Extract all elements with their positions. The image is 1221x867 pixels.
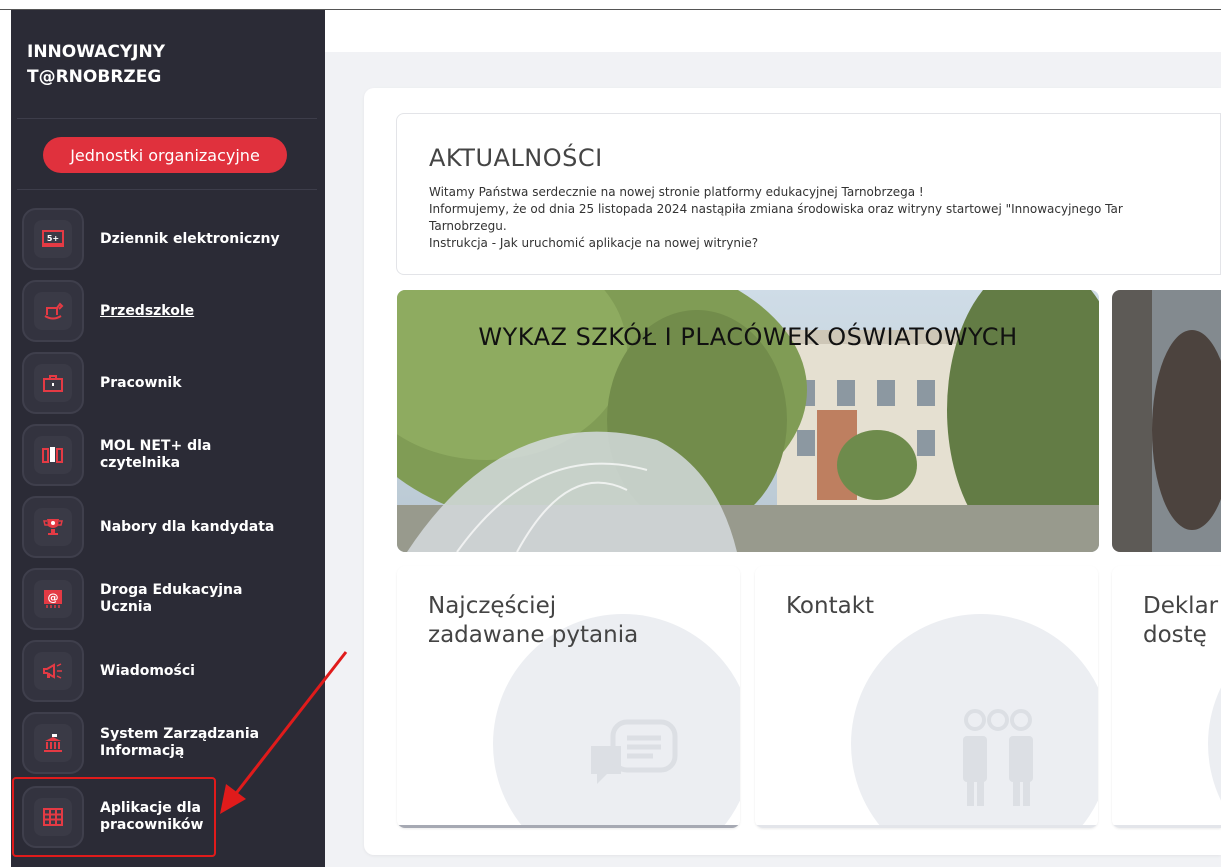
annotation-arrow [220, 651, 348, 814]
